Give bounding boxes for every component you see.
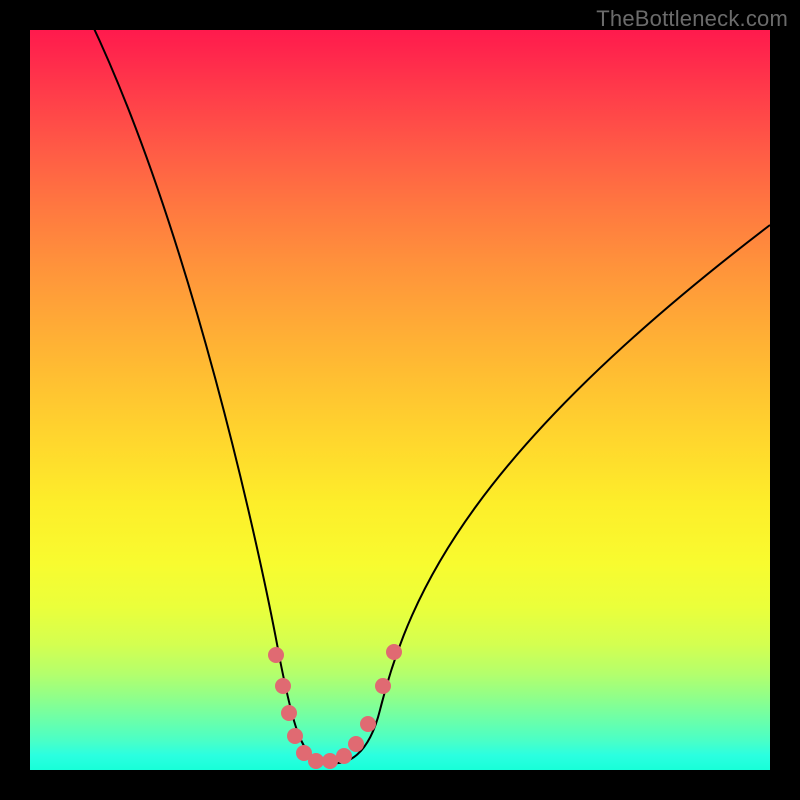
marker-4	[287, 728, 303, 744]
marker-7	[322, 753, 338, 769]
chart-stage: TheBottleneck.com	[0, 0, 800, 800]
marker-10	[360, 716, 376, 732]
curve-svg	[30, 30, 770, 770]
marker-12	[386, 644, 402, 660]
marker-2	[275, 678, 291, 694]
marker-1	[268, 647, 284, 663]
marker-3	[281, 705, 297, 721]
plot-area	[30, 30, 770, 770]
marker-11	[375, 678, 391, 694]
watermark-text: TheBottleneck.com	[596, 6, 788, 32]
bottleneck-curve	[90, 20, 770, 763]
marker-9	[348, 736, 364, 752]
marker-6	[308, 753, 324, 769]
marker-8	[336, 748, 352, 764]
